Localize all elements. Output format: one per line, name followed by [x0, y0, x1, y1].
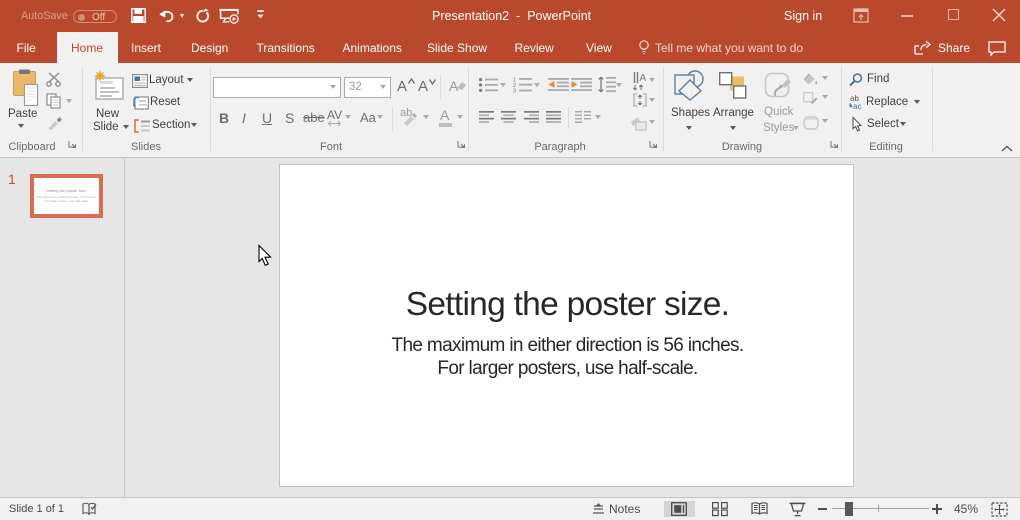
svg-text:A: A — [640, 73, 647, 84]
svg-text:3: 3 — [513, 89, 516, 95]
svg-text:ac: ac — [853, 102, 861, 111]
